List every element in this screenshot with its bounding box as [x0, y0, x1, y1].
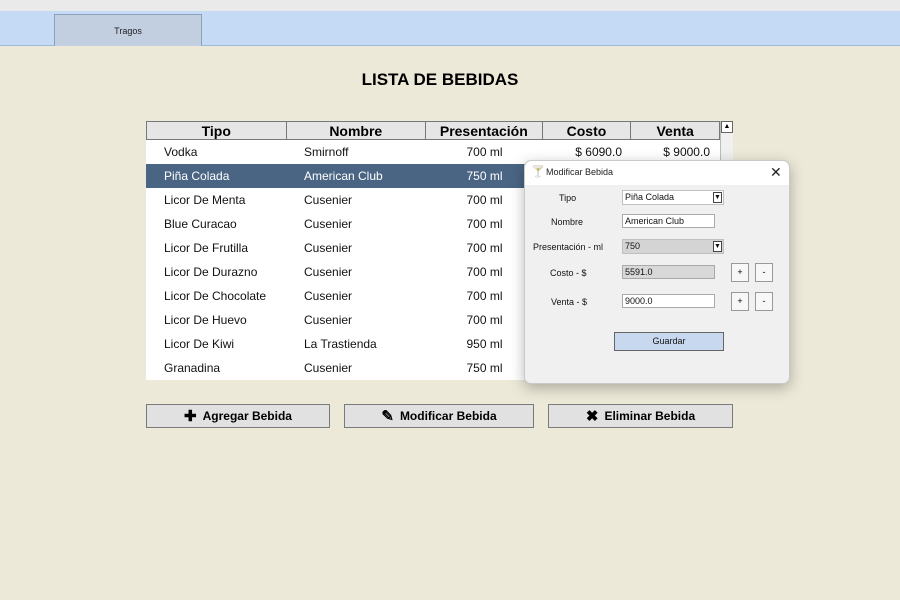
tab-label: Tragos [114, 25, 142, 36]
tipo-label: Tipo [559, 193, 577, 203]
venta-increment-button[interactable]: + [731, 292, 749, 311]
presentacion-label: Presentación - ml [533, 242, 604, 252]
costo-field[interactable]: 5591.0 [622, 265, 715, 279]
column-header-presentacion[interactable]: Presentación [426, 122, 543, 139]
cell-nombre: Smirnoff [304, 145, 349, 159]
cell-tipo: Licor De Menta [164, 193, 246, 207]
plus-icon: ✚ [184, 407, 197, 425]
delete-drink-label: Eliminar Bebida [604, 409, 696, 423]
cell-tipo: Licor De Chocolate [164, 289, 267, 303]
cell-costo: $ 6090.0 [575, 145, 622, 159]
cell-nombre: Cusenier [304, 313, 353, 327]
costo-increment-button[interactable]: + [731, 263, 749, 282]
column-header-costo[interactable]: Costo [543, 122, 632, 139]
delete-drink-button[interactable]: ✖ Eliminar Bebida [548, 404, 733, 428]
dialog-titlebar[interactable]: 🍸 Modificar Bebida ✕ [525, 161, 789, 185]
cell-tipo: Licor De Huevo [164, 313, 247, 327]
dialog-title: Modificar Bebida [546, 167, 614, 177]
costo-decrement-button[interactable]: - [755, 263, 773, 282]
cell-tipo: Granadina [164, 361, 221, 375]
tab-tragos[interactable]: Tragos [54, 14, 202, 46]
column-header-tipo[interactable]: Tipo [147, 122, 287, 139]
x-icon: ✖ [585, 407, 599, 425]
cell-nombre: Cusenier [304, 361, 353, 375]
cell-nombre: Cusenier [304, 289, 353, 303]
cell-tipo: Licor De Kiwi [164, 337, 235, 351]
edit-drink-dialog: 🍸 Modificar Bebida ✕ Tipo Piña Colada ▼ … [524, 160, 790, 384]
cell-presentacion: 700 ml [466, 145, 503, 159]
add-drink-label: Agregar Bebida [202, 409, 292, 423]
cell-nombre: Cusenier [304, 217, 353, 231]
save-button[interactable]: Guardar [614, 332, 724, 351]
chevron-down-icon[interactable]: ▼ [713, 192, 722, 203]
cell-tipo: Piña Colada [164, 169, 230, 183]
presentacion-value: 750 [625, 241, 641, 251]
cocktail-icon: 🍸 [531, 166, 545, 178]
cell-tipo: Licor De Frutilla [164, 241, 249, 255]
scroll-up-arrow[interactable]: ▲ [721, 121, 733, 133]
cell-tipo: Licor De Durazno [164, 265, 258, 279]
cell-nombre: Cusenier [304, 241, 353, 255]
tipo-select[interactable]: Piña Colada ▼ [622, 190, 724, 205]
cell-tipo: Blue Curacao [164, 217, 237, 231]
presentacion-select[interactable]: 750 ▼ [622, 239, 724, 254]
column-header-venta[interactable]: Venta [631, 122, 719, 139]
cell-nombre: American Club [304, 169, 383, 183]
venta-field[interactable]: 9000.0 [622, 294, 715, 308]
cell-nombre: La Trastienda [304, 337, 377, 351]
chevron-down-icon[interactable]: ▼ [713, 241, 722, 252]
edit-drink-label: Modificar Bebida [399, 409, 497, 423]
close-icon[interactable]: ✕ [770, 164, 782, 181]
nombre-field[interactable]: American Club [622, 214, 715, 228]
table-header: Tipo Nombre Presentación Costo Venta [146, 121, 720, 140]
venta-decrement-button[interactable]: - [755, 292, 773, 311]
page-title: LISTA DE BEBIDAS [361, 70, 519, 89]
add-drink-button[interactable]: ✚ Agregar Bebida [146, 404, 330, 428]
pencil-icon: ✎ [381, 407, 394, 425]
costo-label: Costo - $ [550, 268, 587, 278]
cell-nombre: Cusenier [304, 193, 353, 207]
column-header-nombre[interactable]: Nombre [287, 122, 427, 139]
cell-nombre: Cusenier [304, 265, 353, 279]
cell-tipo: Vodka [164, 145, 198, 159]
nombre-label: Nombre [551, 217, 584, 227]
tipo-value: Piña Colada [625, 192, 675, 202]
cell-venta: $ 9000.0 [663, 145, 710, 159]
edit-drink-button[interactable]: ✎ Modificar Bebida [344, 404, 534, 428]
venta-label: Venta - $ [551, 297, 588, 307]
window-top-strip [0, 0, 900, 11]
